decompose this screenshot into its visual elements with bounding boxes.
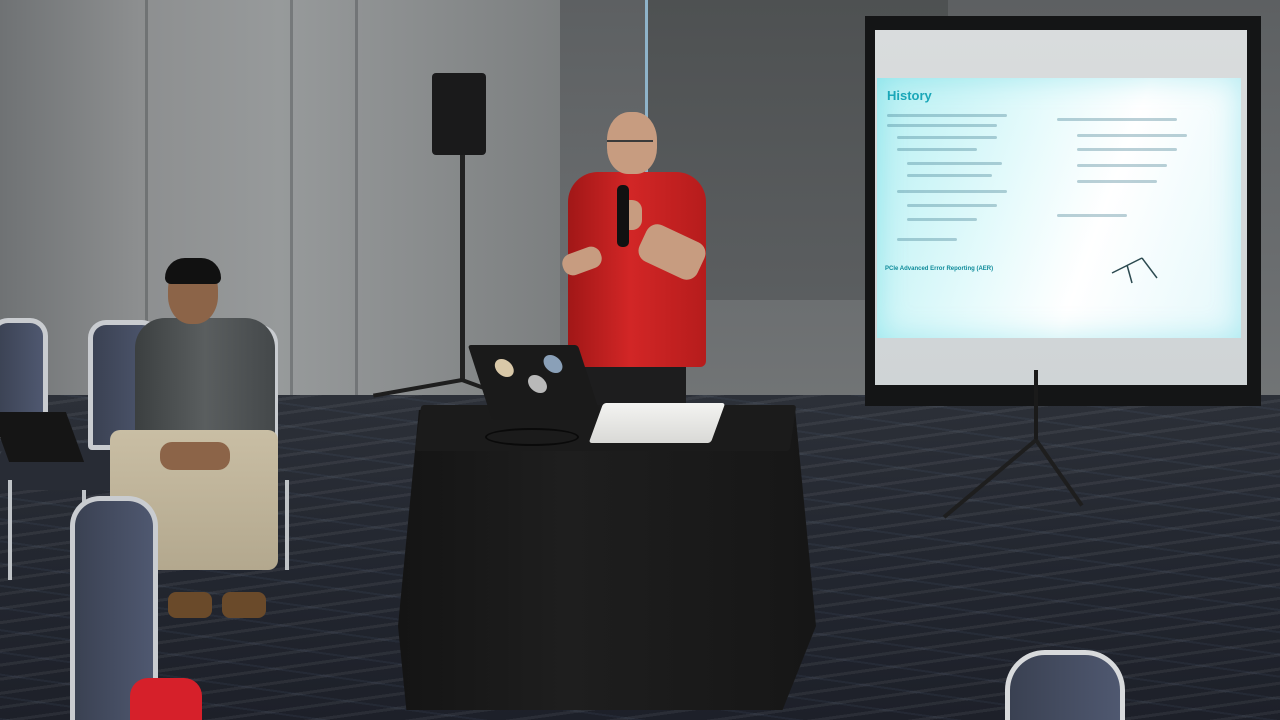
slide-footer-text: PCIe Advanced Error Reporting (AER) (885, 266, 994, 272)
speaker-stand-pole (460, 155, 465, 380)
projected-slide: History PCIe Advanced Error Reporting (A… (877, 78, 1241, 338)
screen-stand-pole (1034, 370, 1038, 440)
chair-leg (285, 480, 289, 570)
slide-text-line (897, 136, 997, 139)
conference-room-photo: History PCIe Advanced Error Reporting (A… (0, 0, 1280, 720)
slide-text-line (897, 238, 957, 241)
laptop-sticker (541, 355, 565, 373)
slide-text-line (1077, 164, 1167, 167)
slide-text-line (1077, 148, 1177, 151)
slide-diagram (1111, 257, 1158, 284)
cables (485, 428, 579, 446)
laptop-sticker (492, 359, 517, 377)
slide-text-line (897, 190, 1007, 193)
foreground-chair (1005, 650, 1125, 720)
slide-text-line (1077, 180, 1157, 183)
slide-text-line (907, 174, 992, 177)
slide-text-line (887, 114, 1007, 117)
slide-text-line (1077, 134, 1187, 137)
shoe (168, 592, 212, 618)
slide-text-line (907, 218, 977, 221)
seated-person-shirt (135, 318, 275, 448)
slide-text-line (1057, 214, 1127, 217)
seated-person-hair (165, 258, 221, 284)
slide-text-line (897, 148, 977, 151)
slide-title: History (887, 88, 932, 103)
red-bag (130, 678, 202, 720)
slide-text-line (887, 124, 997, 127)
slide-text-line (907, 162, 1002, 165)
seated-person-hands (160, 442, 230, 470)
wall-seam (355, 0, 358, 430)
pa-speaker (432, 73, 486, 155)
table-with-black-cloth (398, 410, 816, 710)
slide-text-line (1057, 118, 1177, 121)
presenter-glasses (607, 140, 653, 152)
laptop-sticker (525, 375, 550, 393)
shoe (222, 592, 266, 618)
slide-text-line (907, 204, 997, 207)
microphone (617, 185, 629, 247)
projector-device (588, 403, 726, 443)
chair-leg (8, 480, 12, 580)
wall-seam (290, 0, 293, 430)
